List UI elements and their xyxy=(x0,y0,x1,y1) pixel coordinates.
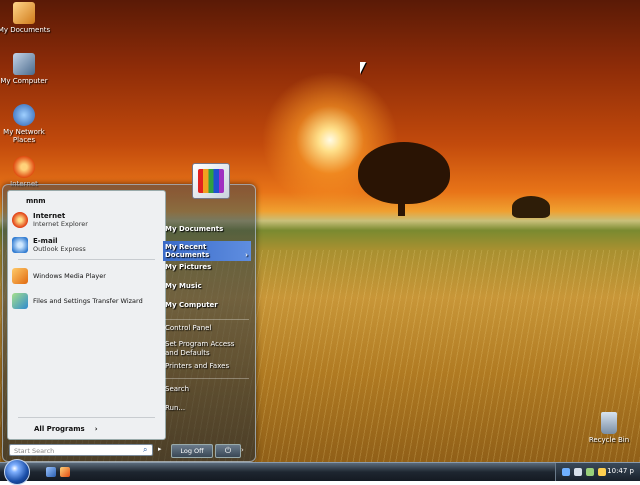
recent-item-label: Files and Settings Transfer Wizard xyxy=(33,297,143,305)
show-desktop-icon[interactable] xyxy=(46,467,56,477)
internet-explorer-icon xyxy=(13,156,35,178)
user-picture[interactable] xyxy=(192,163,230,199)
internet-explorer-icon[interactable] xyxy=(60,467,70,477)
all-programs-button[interactable]: All Programs › xyxy=(34,425,98,433)
pinned-item-email[interactable]: E-mail Outlook Express xyxy=(12,234,162,256)
menu-item-control-panel[interactable]: Control Panel xyxy=(165,324,211,332)
desktop-icon-recycle-bin[interactable]: Recycle Bin xyxy=(580,412,638,444)
programs-pane: mnm Internet Internet Explorer E-mail Ou… xyxy=(7,190,166,440)
menu-item-my-documents[interactable]: My Documents xyxy=(165,225,223,233)
security-icon[interactable] xyxy=(586,468,594,476)
menu-item-my-computer[interactable]: My Computer xyxy=(165,301,218,309)
volume-icon[interactable] xyxy=(574,468,582,476)
desktop-icon-my-documents[interactable]: My Documents xyxy=(0,2,53,34)
mouse-cursor xyxy=(360,62,366,74)
desktop-icon-label: Recycle Bin xyxy=(588,436,630,444)
recent-item-transfer-wizard[interactable]: Files and Settings Transfer Wizard xyxy=(12,290,162,312)
recent-item-media-player[interactable]: Windows Media Player xyxy=(12,265,162,287)
pinned-item-title: E-mail xyxy=(33,237,58,245)
recent-item-label: Windows Media Player xyxy=(33,272,106,280)
internet-explorer-icon xyxy=(12,212,28,228)
outlook-express-icon xyxy=(12,237,28,253)
divider xyxy=(18,259,155,260)
search-icon[interactable]: ⌕ xyxy=(143,445,153,455)
pinned-item-subtitle: Internet Explorer xyxy=(33,220,88,228)
power-button[interactable]: ⏻ xyxy=(215,444,241,458)
my-computer-icon xyxy=(13,53,35,75)
menu-item-printers-faxes[interactable]: Printers and Faxes xyxy=(165,362,229,370)
chevron-right-icon: › xyxy=(245,251,248,259)
power-icon: ⏻ xyxy=(224,446,232,455)
network-icon[interactable] xyxy=(562,468,570,476)
desktop-icon-label: My Computer xyxy=(0,77,48,85)
all-programs-label: All Programs xyxy=(34,425,85,433)
media-player-icon xyxy=(12,268,28,284)
transfer-wizard-icon xyxy=(12,293,28,309)
my-documents-icon xyxy=(13,2,35,24)
menu-item-my-music[interactable]: My Music xyxy=(165,282,202,290)
crayons-icon xyxy=(198,169,224,193)
menu-item-my-recent-documents[interactable]: My Recent Documents › xyxy=(163,241,251,261)
chevron-right-icon: › xyxy=(94,425,98,433)
log-off-button[interactable]: Log Off xyxy=(171,444,213,458)
recycle-bin-icon xyxy=(601,412,617,434)
network-places-icon xyxy=(13,104,35,126)
pinned-item-title: Internet xyxy=(33,212,66,220)
desktop-icon-my-computer[interactable]: My Computer xyxy=(0,53,53,85)
pinned-item-internet[interactable]: Internet Internet Explorer xyxy=(12,209,162,231)
search-input[interactable]: Start Search xyxy=(9,444,153,456)
desktop-icon-label: My Network Places xyxy=(3,128,45,144)
clock[interactable]: 10:47 p xyxy=(607,467,634,475)
pinned-item-subtitle: Outlook Express xyxy=(33,245,86,253)
divider xyxy=(165,319,249,320)
user-name: mnm xyxy=(26,197,46,205)
taskbar: 10:47 p xyxy=(0,459,640,485)
notification-icon[interactable] xyxy=(598,468,606,476)
menu-item-run[interactable]: Run... xyxy=(165,404,185,412)
bush xyxy=(512,196,550,218)
desktop-icon-label: My Documents xyxy=(0,26,51,34)
menu-item-program-access[interactable]: Set Program Access and Defaults xyxy=(165,340,247,358)
menu-item-my-pictures[interactable]: My Pictures xyxy=(165,263,211,271)
tree-trunk xyxy=(398,196,405,216)
menu-item-label: My Recent Documents xyxy=(165,243,210,259)
divider xyxy=(18,417,155,418)
chevron-right-icon[interactable]: ▸ xyxy=(158,445,166,455)
system-tray: 10:47 p xyxy=(555,463,640,481)
tree xyxy=(358,142,450,204)
divider xyxy=(165,378,249,379)
start-button[interactable] xyxy=(4,459,30,485)
start-menu: mnm Internet Internet Explorer E-mail Ou… xyxy=(2,163,256,462)
menu-item-search[interactable]: Search xyxy=(165,385,189,393)
shutdown-options-button[interactable]: › xyxy=(241,444,251,456)
desktop-icon-network-places[interactable]: My Network Places xyxy=(0,104,53,144)
